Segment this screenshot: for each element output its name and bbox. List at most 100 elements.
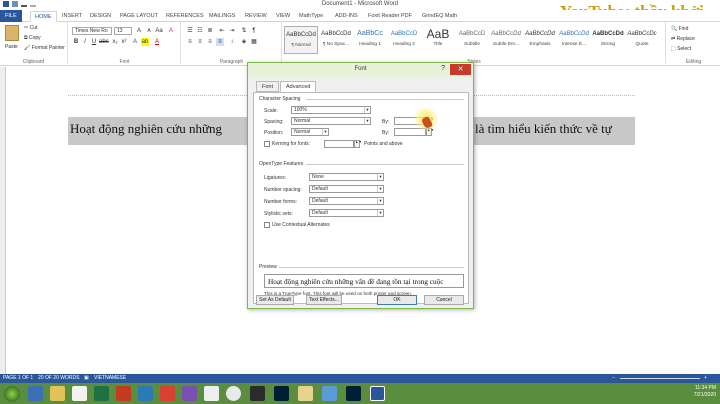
file-explorer-icon[interactable] — [50, 386, 65, 401]
style-subtle-emphasis[interactable]: AaBbCcDd Subtle Em... — [489, 26, 523, 54]
tab-home[interactable]: HOME — [30, 11, 57, 22]
change-case-icon[interactable]: Aa — [155, 27, 163, 35]
borders-icon[interactable]: ▦ — [250, 38, 258, 46]
tab-design[interactable]: DESIGN — [90, 11, 111, 22]
document-text-left[interactable]: Hoạt động nghiên cứu những — [70, 121, 222, 137]
word-icon[interactable] — [370, 386, 385, 401]
replace-button[interactable]: ⇄ Replace — [671, 36, 695, 42]
proofing-icon[interactable]: ▣ — [84, 374, 89, 383]
shading-icon[interactable]: ◈ — [240, 38, 248, 46]
ok-button[interactable]: OK — [377, 295, 417, 305]
zoom-out-icon[interactable]: − — [612, 374, 615, 383]
align-right-icon[interactable]: ≡ — [206, 38, 214, 46]
language-indicator[interactable]: VIETNAMESE — [94, 374, 126, 383]
excel-icon[interactable] — [94, 386, 109, 401]
style-subtitle[interactable]: AaBbCcD Subtitle — [455, 26, 489, 54]
dialog-title-bar[interactable]: Font ? ✕ — [248, 63, 473, 77]
ie-icon[interactable] — [28, 386, 43, 401]
align-left-icon[interactable]: ≡ — [186, 38, 194, 46]
position-dropdown[interactable]: Normal ▼ — [291, 128, 329, 136]
tab-advanced[interactable]: Advanced — [280, 81, 317, 92]
multilevel-list-icon[interactable]: ≣ — [206, 27, 214, 35]
find-button[interactable]: 🔍 Find — [671, 26, 688, 32]
cut-button[interactable]: ✂ Cut — [24, 25, 37, 31]
kerning-points-input[interactable] — [324, 140, 354, 148]
tab-add-ins[interactable]: ADD-INS — [335, 11, 358, 22]
tab-insert[interactable]: INSERT — [62, 11, 82, 22]
media-player-icon[interactable] — [72, 386, 87, 401]
start-button-icon[interactable] — [4, 386, 20, 402]
style-strong[interactable]: AaBbCcDd Strong — [591, 26, 625, 54]
app-icon[interactable] — [250, 386, 265, 401]
line-spacing-icon[interactable]: ↕ — [228, 38, 236, 46]
tab-mathtype[interactable]: MathType — [299, 11, 323, 22]
app-icon[interactable] — [160, 386, 175, 401]
kerning-spinner[interactable]: ▲▼ — [354, 140, 362, 148]
contextual-alternates-checkbox[interactable] — [264, 222, 270, 228]
text-effects-button[interactable]: Text Effects... — [306, 295, 342, 305]
shrink-font-icon[interactable]: A — [145, 27, 153, 35]
cancel-button[interactable]: Cancel — [424, 295, 464, 305]
underline-icon[interactable]: U — [90, 38, 98, 46]
tab-file[interactable]: FILE — [0, 10, 22, 22]
tab-review[interactable]: REVIEW — [245, 11, 267, 22]
help-button[interactable]: ? — [441, 65, 445, 72]
style-heading-2[interactable]: AaBbCcD Heading 2 — [387, 26, 421, 54]
photoshop-icon[interactable] — [346, 386, 361, 401]
tab-grindeq-math[interactable]: GrindEQ Math — [422, 11, 457, 22]
sort-icon[interactable]: ⇅ — [240, 27, 248, 35]
zoom-in-icon[interactable]: + — [704, 374, 707, 383]
word-count[interactable]: 20 OF 20 WORDS — [38, 374, 79, 383]
set-as-default-button[interactable]: Set As Default — [256, 295, 294, 305]
grow-font-icon[interactable]: A — [135, 27, 143, 35]
style-no-spacing[interactable]: AaBbCcDd ¶ No Spac... — [319, 26, 353, 54]
decrease-indent-icon[interactable]: ⇤ — [218, 27, 226, 35]
paste-icon[interactable] — [5, 25, 19, 41]
numbering-icon[interactable]: ☷ — [196, 27, 204, 35]
system-clock[interactable]: 11:34 PM 7/21/2020 — [694, 385, 716, 399]
highlight-icon[interactable]: ab — [141, 38, 149, 46]
page-count[interactable]: PAGE 1 OF 1 — [3, 374, 33, 383]
style-quote[interactable]: AaBbCcDc Quote — [625, 26, 659, 54]
clear-formatting-icon[interactable]: A — [167, 27, 175, 35]
align-center-icon[interactable]: ≡ — [196, 38, 204, 46]
close-icon[interactable]: ✕ — [450, 64, 471, 75]
style-emphasis[interactable]: AaBbCcDd Emphasis — [523, 26, 557, 54]
document-text-right[interactable]: là tìm hiểu kiến thức về tự — [475, 121, 612, 137]
bold-icon[interactable]: B — [72, 38, 80, 46]
style-heading-1[interactable]: AaBbCc Heading 1 — [353, 26, 387, 54]
superscript-icon[interactable]: x² — [120, 38, 128, 46]
copy-button[interactable]: ⧉ Copy — [24, 35, 41, 41]
format-painter-button[interactable]: 🖌 Format Painter — [24, 45, 65, 51]
increase-indent-icon[interactable]: ⇥ — [228, 27, 236, 35]
italic-icon[interactable]: I — [81, 38, 89, 46]
text-effects-icon[interactable]: A — [131, 38, 139, 46]
tab-view[interactable]: VIEW — [276, 11, 290, 22]
strikethrough-icon[interactable]: abc — [99, 38, 109, 46]
font-size-combo[interactable]: 13 — [114, 27, 132, 35]
tab-mailings[interactable]: MAILINGS — [209, 11, 235, 22]
app-icon[interactable] — [322, 386, 337, 401]
justify-icon[interactable]: ≡ — [216, 38, 224, 46]
app-icon[interactable] — [204, 386, 219, 401]
scale-dropdown[interactable]: 100% ▼ — [291, 106, 371, 114]
tab-page-layout[interactable]: PAGE LAYOUT — [120, 11, 158, 22]
chrome-icon[interactable] — [226, 386, 241, 401]
app-icon[interactable] — [138, 386, 153, 401]
style-normal[interactable]: AaBbCcDd ¶ Normal — [284, 26, 318, 54]
bullets-icon[interactable]: ☰ — [186, 27, 194, 35]
subscript-icon[interactable]: x₂ — [111, 38, 119, 46]
tab-references[interactable]: REFERENCES — [166, 11, 204, 22]
number-forms-dropdown[interactable]: Default ▼ — [309, 197, 384, 205]
app-icon[interactable] — [116, 386, 131, 401]
font-color-icon[interactable]: A — [153, 38, 161, 46]
zoom-slider[interactable] — [620, 378, 700, 379]
select-button[interactable]: ⬚ Select — [671, 46, 691, 52]
photoshop-icon[interactable] — [274, 386, 289, 401]
stylistic-sets-dropdown[interactable]: Default ▼ — [309, 209, 384, 217]
style-title[interactable]: AaB Title — [421, 26, 455, 54]
kerning-checkbox[interactable] — [264, 141, 270, 147]
paste-button[interactable]: Paste — [5, 44, 18, 50]
font-name-combo[interactable]: Times New Ro — [72, 27, 112, 35]
spacing-dropdown[interactable]: Normal ▼ — [291, 117, 371, 125]
